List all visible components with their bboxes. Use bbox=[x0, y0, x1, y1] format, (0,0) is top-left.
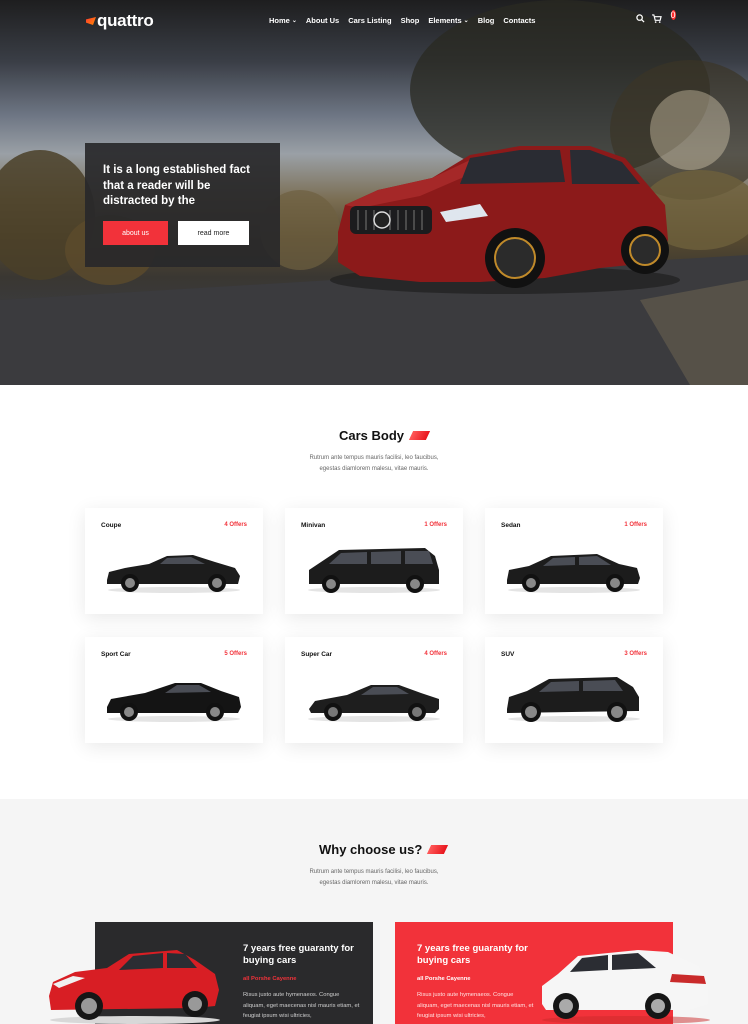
card-offers: 1 Offers bbox=[424, 522, 447, 528]
chevron-down-icon: ⌄ bbox=[291, 18, 297, 24]
card-title: Coupe bbox=[101, 522, 122, 529]
white-suv-image bbox=[542, 950, 710, 1024]
card-offers: 4 Offers bbox=[424, 651, 447, 657]
super-car-image bbox=[308, 685, 440, 722]
car-body-card-sedan[interactable]: Sedan 1 Offers bbox=[485, 508, 663, 614]
cars-body-title: Cars Body bbox=[339, 428, 431, 443]
why-subtitle: Rutrum ante tempus mauris facilisi, leo … bbox=[309, 869, 439, 886]
title-accent-icon bbox=[427, 845, 449, 854]
promo-tag[interactable]: all Porshe Cayenne bbox=[243, 976, 296, 982]
nav-item-elements[interactable]: Elements ⌄ bbox=[428, 16, 468, 25]
read-more-button[interactable]: read more bbox=[178, 221, 249, 245]
car-body-card-super-car[interactable]: Super Car 4 Offers bbox=[285, 637, 463, 743]
top-navigation: quattro Home ⌄ About Us Cars Listing Shop… bbox=[0, 0, 748, 44]
hero-heading: It is a long established fact that a rea… bbox=[103, 164, 250, 207]
car-body-card-minivan[interactable]: Minivan 1 Offers bbox=[285, 508, 463, 614]
why-title: Why choose us? bbox=[319, 842, 449, 857]
card-offers: 4 Offers bbox=[224, 522, 247, 528]
nav-item-contacts[interactable]: Contacts bbox=[503, 16, 535, 25]
title-accent-icon bbox=[408, 431, 431, 440]
hero-caption-box: It is a long established fact that a rea… bbox=[85, 143, 280, 267]
promo-tag[interactable]: all Porshe Cayenne bbox=[417, 976, 470, 982]
card-offers: 3 Offers bbox=[624, 651, 647, 657]
card-title: Super Car bbox=[301, 651, 333, 658]
minivan-car-image bbox=[308, 548, 440, 593]
cart-count-badge: 0 bbox=[670, 10, 676, 20]
card-title: SUV bbox=[501, 651, 515, 658]
cart-icon[interactable]: 0 bbox=[652, 10, 676, 25]
hero-banner: quattro Home ⌄ About Us Cars Listing Shop… bbox=[0, 0, 748, 385]
promo-title: 7 years free guaranty for buying cars bbox=[417, 943, 528, 966]
sport-car-image bbox=[107, 683, 241, 722]
nav-item-about-us[interactable]: About Us bbox=[306, 16, 339, 25]
about-us-button[interactable]: about us bbox=[103, 221, 168, 245]
nav-item-home[interactable]: Home ⌄ bbox=[269, 16, 297, 25]
suv-car-image bbox=[507, 677, 640, 722]
card-title: Sedan bbox=[501, 522, 521, 529]
promo-text: Risus justo aute hymenaeos. Congue aliqu… bbox=[417, 992, 534, 1019]
coupe-car-image bbox=[107, 555, 240, 593]
card-offers: 5 Offers bbox=[224, 651, 247, 657]
car-body-card-coupe[interactable]: Coupe 4 Offers bbox=[85, 508, 263, 614]
nav-item-shop[interactable]: Shop bbox=[401, 16, 420, 25]
card-offers: 1 Offers bbox=[624, 522, 647, 528]
search-icon[interactable] bbox=[636, 14, 645, 25]
promo-title: 7 years free guaranty for buying cars bbox=[243, 943, 354, 966]
nav-icons: 0 bbox=[636, 10, 676, 25]
sedan-car-image bbox=[507, 554, 640, 593]
cars-body-subtitle: Rutrum ante tempus mauris facilisi, leo … bbox=[309, 455, 439, 472]
card-title: Sport Car bbox=[101, 651, 131, 658]
chevron-down-icon: ⌄ bbox=[463, 18, 469, 24]
logo-mark-icon bbox=[86, 17, 96, 25]
nav-item-blog[interactable]: Blog bbox=[478, 16, 495, 25]
nav-item-cars-listing[interactable]: Cars Listing bbox=[348, 16, 391, 25]
red-suv-image bbox=[49, 950, 220, 1024]
main-menu: Home ⌄ About Us Cars Listing Shop Element… bbox=[269, 16, 535, 25]
car-body-card-suv[interactable]: SUV 3 Offers bbox=[485, 637, 663, 743]
car-body-card-sport-car[interactable]: Sport Car 5 Offers bbox=[85, 637, 263, 743]
site-logo[interactable]: quattro bbox=[86, 11, 154, 31]
card-title: Minivan bbox=[301, 522, 326, 529]
logo-text: quattro bbox=[97, 11, 154, 30]
promo-text: Risus justo aute hymenaeos. Congue aliqu… bbox=[243, 992, 360, 1019]
